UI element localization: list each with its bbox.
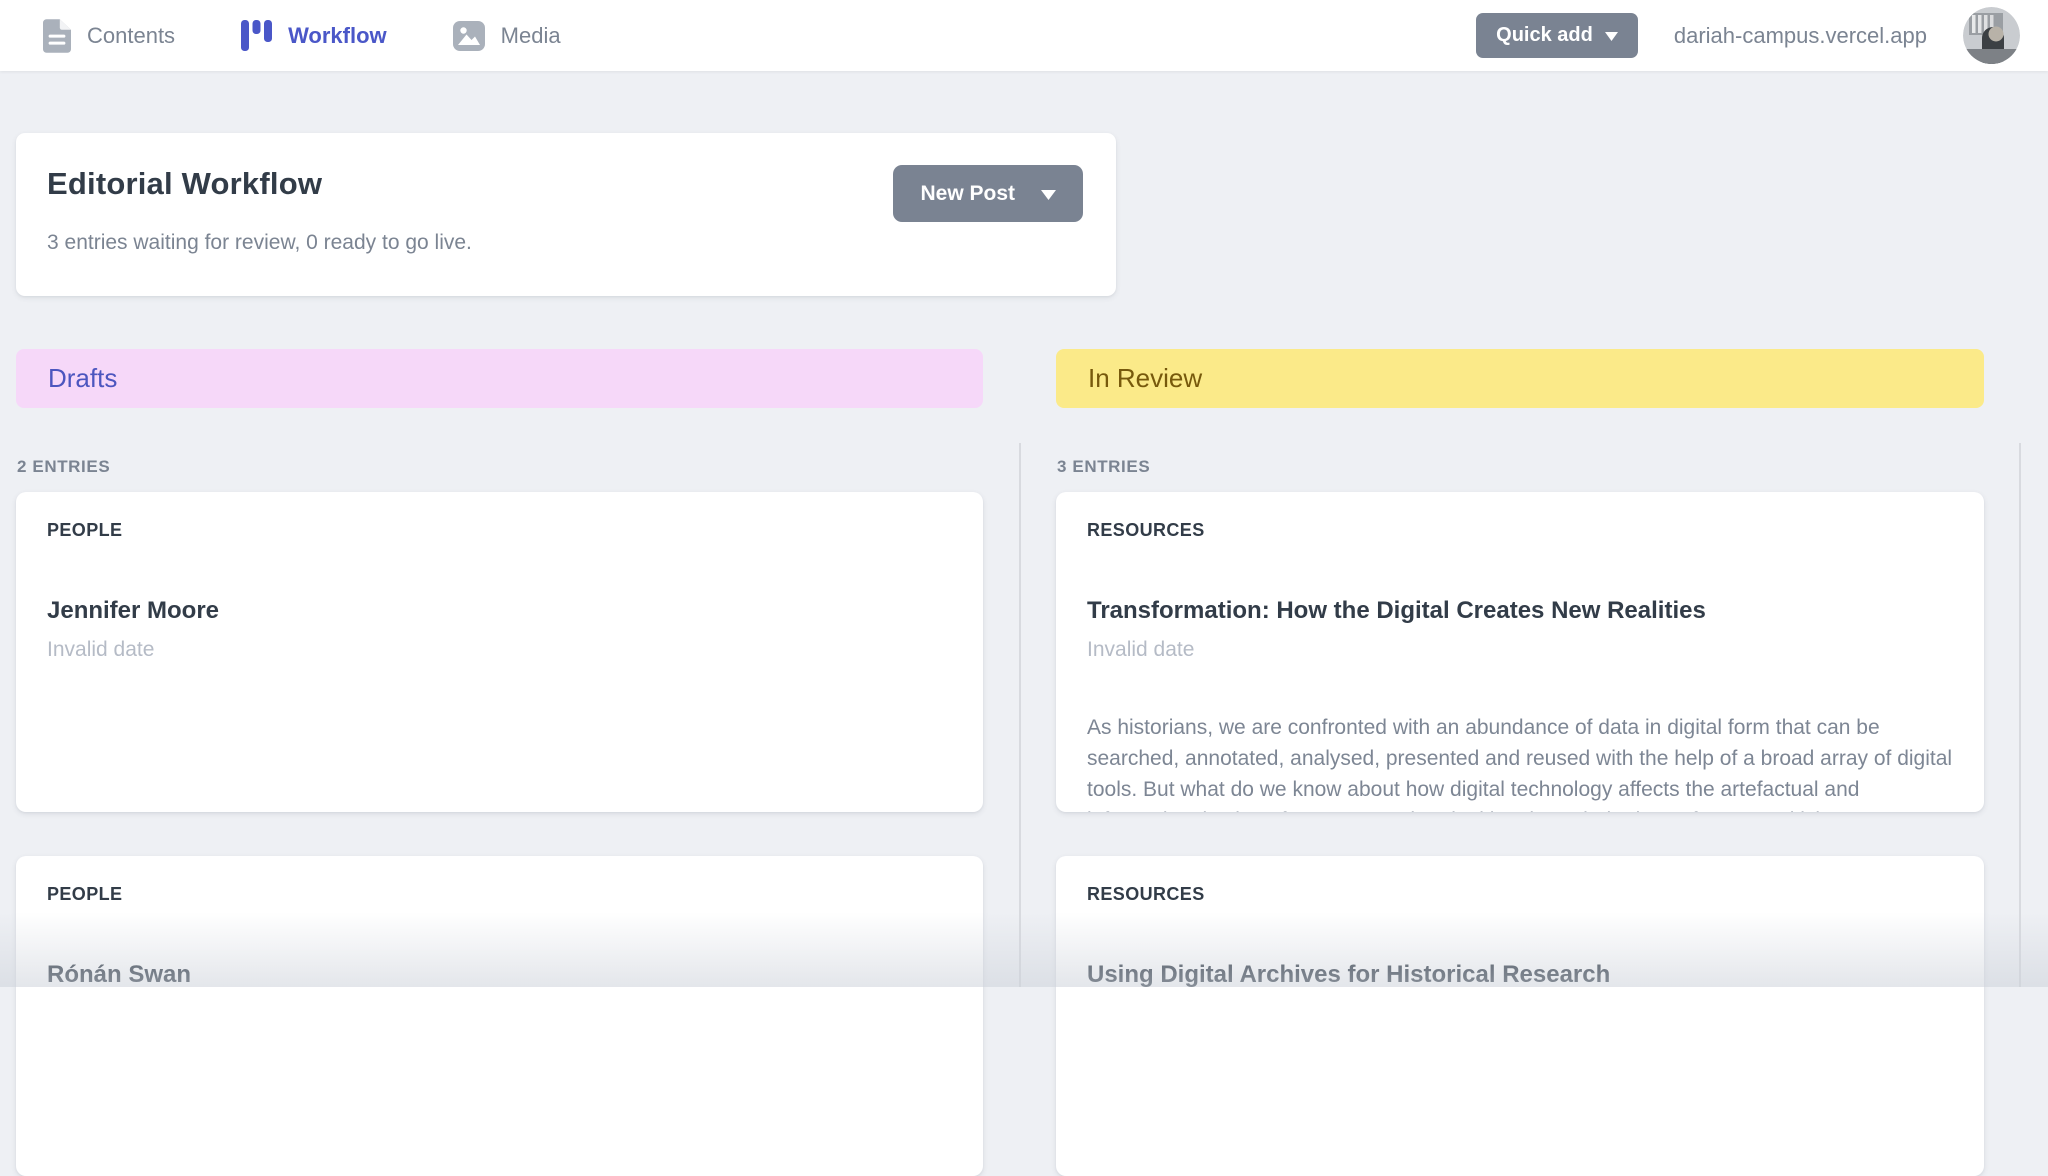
tab-contents[interactable]: Contents [43, 19, 175, 53]
column-drafts-entries-count: 2 ENTRIES [17, 457, 983, 477]
workflow-card[interactable]: RESOURCES Using Digital Archives for His… [1056, 856, 1984, 1176]
column-drafts: Drafts 2 ENTRIES PEOPLE Jennifer Moore I… [16, 349, 983, 1176]
kanban-columns-icon [241, 20, 272, 51]
column-divider [1019, 443, 1021, 987]
tab-media[interactable]: Media [453, 21, 561, 51]
new-post-button[interactable]: New Post [893, 165, 1083, 222]
caret-down-icon [1605, 24, 1618, 47]
column-in-review-header: In Review [1056, 349, 1984, 408]
card-timestamp: Invalid date [1087, 638, 1953, 662]
column-in-review-entries-count: 3 ENTRIES [1057, 457, 1984, 477]
card-title: Rónán Swan [47, 961, 952, 989]
card-collection-label: PEOPLE [47, 884, 952, 905]
card-collection-label: RESOURCES [1087, 520, 1953, 541]
workflow-header-text: Editorial Workflow 3 entries waiting for… [47, 166, 472, 255]
column-divider [2019, 443, 2021, 987]
tab-workflow[interactable]: Workflow [241, 20, 387, 51]
column-drafts-title: Drafts [48, 363, 117, 394]
workflow-status-summary: 3 entries waiting for review, 0 ready to… [47, 231, 472, 255]
workflow-card[interactable]: RESOURCES Transformation: How the Digita… [1056, 492, 1984, 812]
quick-add-button[interactable]: Quick add [1476, 13, 1638, 58]
card-collection-label: PEOPLE [47, 520, 952, 541]
document-icon [43, 19, 71, 53]
card-title: Using Digital Archives for Historical Re… [1087, 961, 1953, 989]
tab-media-label: Media [501, 23, 561, 49]
image-icon [453, 21, 485, 51]
column-drafts-header: Drafts [16, 349, 983, 408]
tab-workflow-label: Workflow [288, 23, 387, 49]
workflow-card[interactable]: PEOPLE Jennifer Moore Invalid date [16, 492, 983, 812]
card-excerpt: As historians, we are confronted with an… [1087, 712, 1953, 812]
topbar-right: Quick add dariah-campus.vercel.app [1476, 7, 2020, 64]
quick-add-label: Quick add [1496, 24, 1593, 47]
column-in-review: In Review 3 ENTRIES RESOURCES Transforma… [1056, 349, 1984, 1176]
page-title: Editorial Workflow [47, 166, 472, 202]
site-link[interactable]: dariah-campus.vercel.app [1674, 23, 1927, 49]
main-nav: Contents Workflow Media [43, 0, 561, 71]
tab-contents-label: Contents [87, 23, 175, 49]
card-collection-label: RESOURCES [1087, 884, 1953, 905]
top-bar: Contents Workflow Media [0, 0, 2048, 71]
new-post-label: New Post [920, 182, 1015, 206]
column-in-review-title: In Review [1088, 363, 1202, 394]
user-avatar[interactable] [1963, 7, 2020, 64]
card-timestamp: Invalid date [47, 638, 952, 662]
workflow-card[interactable]: PEOPLE Rónán Swan [16, 856, 983, 1176]
caret-down-icon [1041, 182, 1056, 206]
card-title: Transformation: How the Digital Creates … [1087, 597, 1953, 625]
card-title: Jennifer Moore [47, 597, 952, 625]
workflow-header-card: Editorial Workflow 3 entries waiting for… [16, 133, 1116, 296]
